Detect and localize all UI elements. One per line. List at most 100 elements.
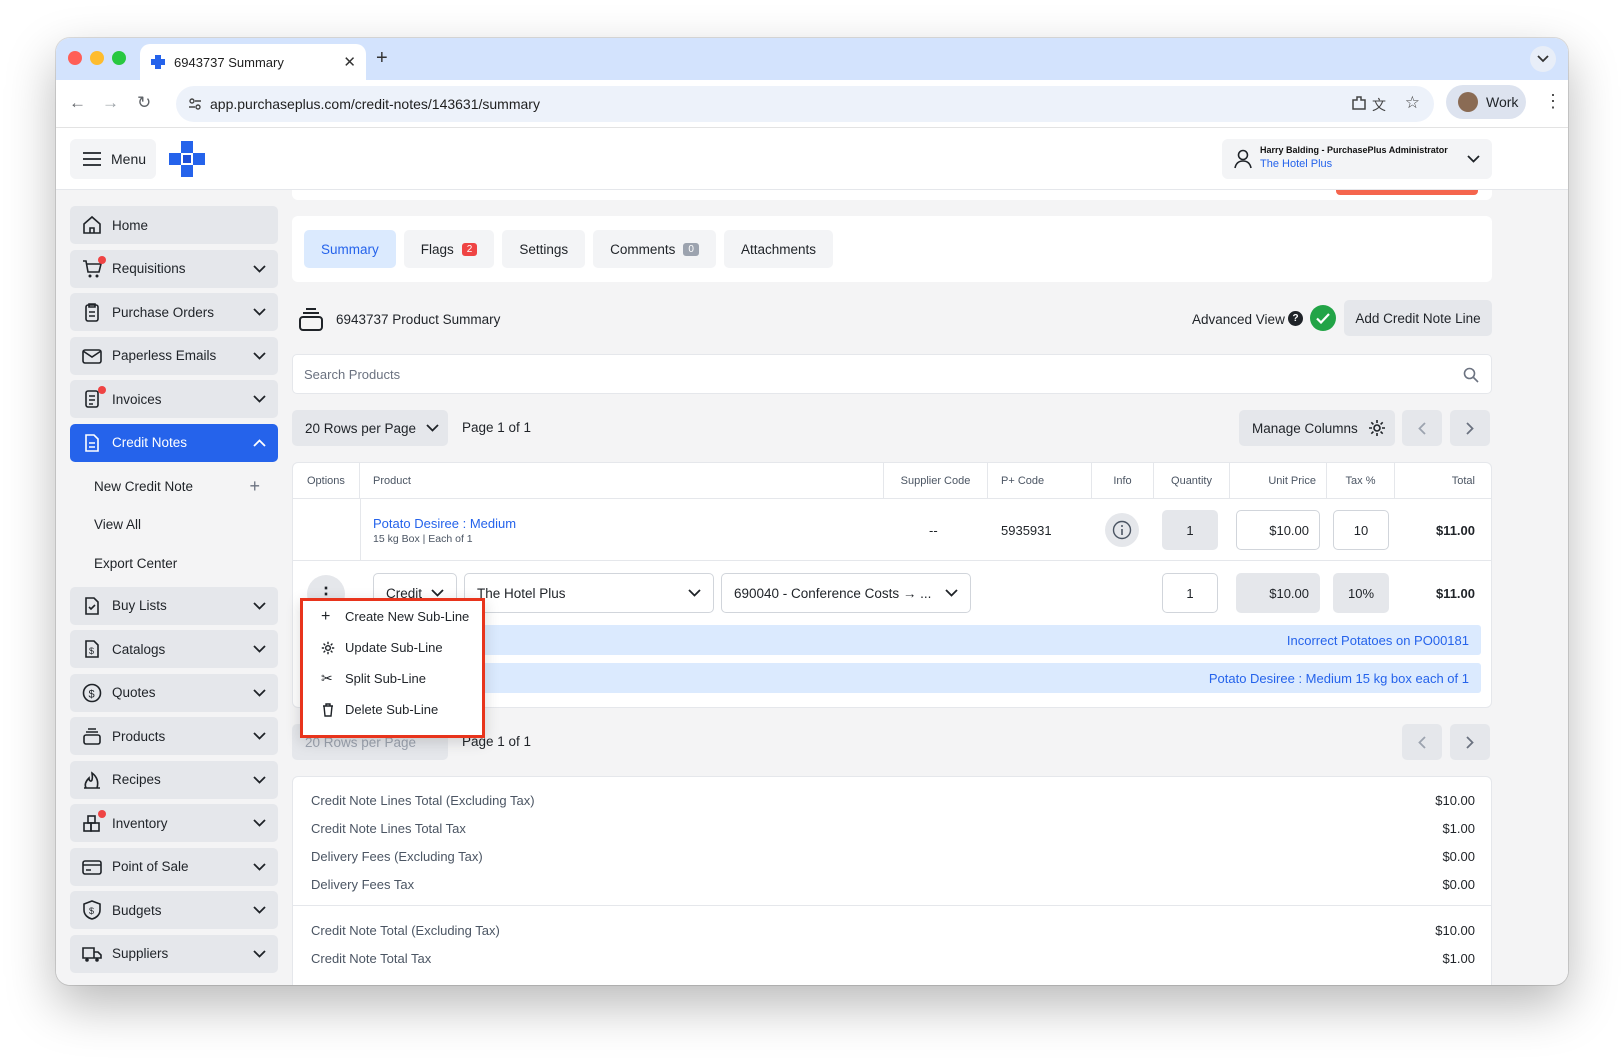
chevron-right-icon — [1466, 735, 1474, 749]
svg-text:$: $ — [89, 688, 95, 700]
p-plus-code: 5935931 — [1001, 523, 1052, 538]
sidebar-item-budgets[interactable]: $ Budgets — [70, 891, 278, 929]
button-label: Add Credit Note Line — [1355, 310, 1481, 326]
browser-menu-icon[interactable]: ⋮ — [1544, 91, 1562, 112]
sidebar-item-quotes[interactable]: $ Quotes — [70, 673, 278, 712]
tab-summary[interactable]: Summary — [304, 230, 396, 268]
prev-page-button[interactable] — [1402, 410, 1442, 446]
sidebar-item-catalogs[interactable]: $ Catalogs — [70, 630, 278, 668]
profile-button[interactable]: Work — [1446, 85, 1526, 119]
browser-window: 6943737 Summary ✕ + ← → ↻ app.purchasepl… — [56, 38, 1568, 985]
user-name: Harry Balding - PurchasePlus Administrat… — [1260, 145, 1448, 155]
column-header[interactable]: Tax % — [1327, 463, 1395, 499]
tax-field[interactable]: 10 — [1333, 510, 1389, 550]
column-header[interactable]: Supplier Code — [884, 463, 988, 499]
page-title: 6943737 Product Summary — [336, 312, 501, 327]
new-tab-icon[interactable]: + — [376, 47, 388, 70]
subline-description[interactable]: Potato Desiree : Medium 15 kg box each o… — [453, 663, 1481, 693]
action-button-edge[interactable] — [1336, 190, 1478, 195]
totals-row: Delivery Fees Tax $0.00 — [311, 877, 1475, 892]
sidebar-item-credit-notes[interactable]: Credit Notes — [70, 423, 278, 462]
reload-icon[interactable]: ↻ — [137, 93, 151, 113]
sidebar-item-recipes[interactable]: Recipes — [70, 760, 278, 799]
menu-item-delete-sub-line[interactable]: Delete Sub-Line — [303, 694, 482, 725]
menu-item-update-sub-line[interactable]: Update Sub-Line — [303, 632, 482, 663]
user-menu[interactable]: Harry Balding - PurchasePlus Administrat… — [1222, 139, 1492, 179]
sidebar-item-home[interactable]: Home — [70, 206, 278, 244]
sidebar-item-suppliers[interactable]: Suppliers — [70, 934, 278, 973]
sidebar-item-requisitions[interactable]: Requisitions — [70, 249, 278, 288]
next-page-button-bottom[interactable] — [1450, 724, 1490, 760]
app-header: Menu Harry Balding - PurchasePlus Admini… — [56, 128, 1568, 190]
purchaseplus-logo[interactable] — [169, 141, 205, 177]
sidebar-subitem-export-center[interactable]: Export Center — [70, 544, 278, 583]
sidebar-subitem-new-credit-note[interactable]: New Credit Note + — [70, 467, 278, 506]
column-header[interactable]: Product — [360, 463, 884, 499]
site-settings-icon[interactable] — [188, 97, 202, 111]
advanced-view-label: Advanced View — [1192, 312, 1285, 327]
manage-columns-button[interactable]: Manage Columns — [1239, 410, 1395, 446]
forward-icon[interactable]: → — [102, 93, 119, 113]
sidebar-item-inventory[interactable]: Inventory — [70, 804, 278, 842]
totals-label: Credit Note Total (Excluding Tax) — [311, 923, 500, 938]
menu-item-create-sub-line[interactable]: + Create New Sub-Line — [303, 601, 482, 632]
stack-icon — [82, 726, 102, 746]
column-header[interactable]: Info — [1092, 463, 1154, 499]
organisation-name: The Hotel Plus — [1260, 158, 1333, 170]
tab-comments[interactable]: Comments 0 — [593, 230, 716, 268]
bookmark-star-icon[interactable]: ☆ — [1405, 93, 1420, 113]
product-link[interactable]: Potato Desiree : Medium — [373, 516, 516, 531]
translate-icon[interactable]: 文 — [1372, 95, 1386, 115]
sidebar-item-invoices[interactable]: Invoices — [70, 380, 278, 418]
sidebar-subitem-view-all[interactable]: View All — [70, 506, 278, 545]
sidebar-item-products[interactable]: Products — [70, 717, 278, 755]
url-bar[interactable]: app.purchaseplus.com/credit-notes/143631… — [176, 86, 1434, 122]
subline-quantity-field[interactable]: 1 — [1162, 573, 1218, 613]
unit-price-field[interactable]: $10.00 — [1236, 510, 1320, 550]
info-button[interactable] — [1105, 513, 1139, 547]
add-credit-note-line-button[interactable]: Add Credit Note Line — [1344, 300, 1492, 336]
account-select[interactable]: 690040 - Conference Costs → ... — [721, 573, 971, 613]
menu-item-split-sub-line[interactable]: ✂ Split Sub-Line — [303, 663, 482, 694]
subline-tax-field[interactable]: 10% — [1333, 573, 1389, 613]
next-page-button[interactable] — [1450, 410, 1490, 446]
plus-icon[interactable]: + — [249, 476, 260, 497]
menu-label: Menu — [111, 151, 147, 167]
column-header[interactable]: Quantity — [1154, 463, 1230, 499]
sidebar-item-purchase-orders[interactable]: Purchase Orders — [70, 293, 278, 331]
catalog-icon: $ — [82, 639, 102, 659]
close-window-icon[interactable] — [68, 51, 82, 65]
rows-per-page-select[interactable]: 20 Rows per Page — [292, 410, 448, 446]
tab-attachments[interactable]: Attachments — [723, 230, 833, 268]
close-tab-icon[interactable]: ✕ — [343, 53, 356, 71]
table-header-row: Options Product Supplier Code P+ Code In… — [293, 463, 1492, 499]
column-header[interactable]: P+ Code — [988, 463, 1092, 499]
maximize-window-icon[interactable] — [112, 51, 126, 65]
prev-page-button-bottom[interactable] — [1402, 724, 1442, 760]
column-header[interactable]: Total — [1395, 463, 1492, 499]
help-icon[interactable]: ? — [1288, 311, 1303, 326]
tab-settings[interactable]: Settings — [502, 230, 586, 268]
extensions-icon[interactable] — [1350, 94, 1368, 112]
subline-note[interactable]: Incorrect Potatoes on PO00181 — [453, 625, 1481, 655]
sidebar-item-paperless-emails[interactable]: Paperless Emails — [70, 336, 278, 375]
sidebar-item-buy-lists[interactable]: Buy Lists — [70, 586, 278, 625]
tab-flags[interactable]: Flags 2 — [403, 230, 495, 268]
back-icon[interactable]: ← — [69, 93, 86, 113]
search-icon[interactable] — [1463, 367, 1479, 383]
browser-tab[interactable]: 6943737 Summary ✕ — [140, 44, 366, 80]
hamburger-icon — [83, 152, 101, 166]
search-input[interactable]: Search Products — [292, 354, 1492, 394]
quantity-field[interactable]: 1 — [1162, 510, 1218, 550]
subline-unit-price-field[interactable]: $10.00 — [1236, 573, 1320, 613]
trash-icon — [323, 702, 333, 717]
sidebar-item-point-of-sale[interactable]: Point of Sale — [70, 847, 278, 886]
menu-button[interactable]: Menu — [70, 139, 156, 179]
minimize-window-icon[interactable] — [90, 51, 104, 65]
column-header[interactable]: Unit Price — [1230, 463, 1327, 499]
department-select[interactable]: The Hotel Plus — [464, 573, 714, 613]
column-header[interactable]: Options — [293, 463, 360, 499]
envelope-icon — [82, 346, 102, 366]
tab-search-button[interactable] — [1530, 46, 1556, 72]
advanced-view-toggle[interactable] — [1310, 305, 1336, 331]
